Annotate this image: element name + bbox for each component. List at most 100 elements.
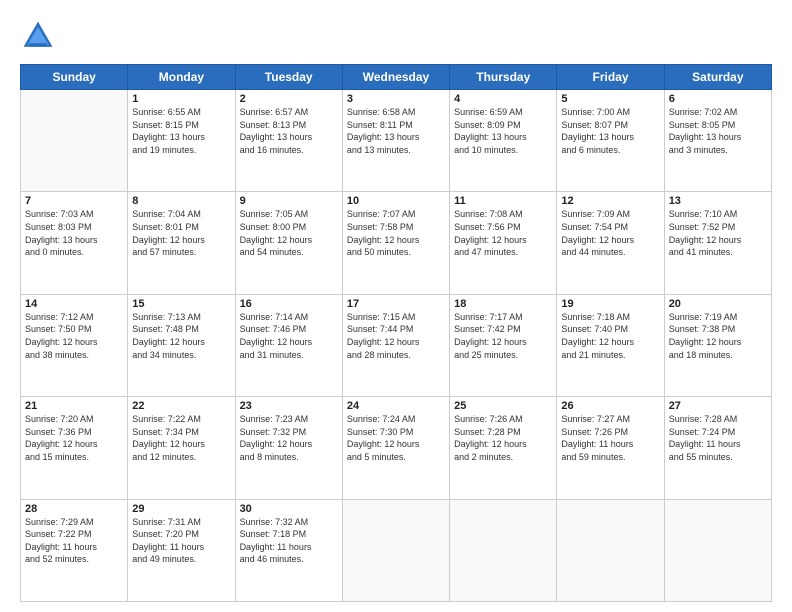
day-cell: 29Sunrise: 7:31 AM Sunset: 7:20 PM Dayli… (128, 499, 235, 601)
day-info: Sunrise: 7:29 AM Sunset: 7:22 PM Dayligh… (25, 516, 123, 566)
day-number: 30 (240, 503, 338, 515)
day-number: 23 (240, 400, 338, 412)
day-info: Sunrise: 7:20 AM Sunset: 7:36 PM Dayligh… (25, 413, 123, 463)
day-info: Sunrise: 7:32 AM Sunset: 7:18 PM Dayligh… (240, 516, 338, 566)
day-number: 19 (561, 298, 659, 310)
day-cell (557, 499, 664, 601)
week-row-5: 28Sunrise: 7:29 AM Sunset: 7:22 PM Dayli… (21, 499, 772, 601)
day-cell: 12Sunrise: 7:09 AM Sunset: 7:54 PM Dayli… (557, 192, 664, 294)
day-number: 13 (669, 195, 767, 207)
day-cell: 5Sunrise: 7:00 AM Sunset: 8:07 PM Daylig… (557, 90, 664, 192)
weekday-wednesday: Wednesday (342, 65, 449, 90)
day-info: Sunrise: 7:17 AM Sunset: 7:42 PM Dayligh… (454, 311, 552, 361)
weekday-tuesday: Tuesday (235, 65, 342, 90)
day-info: Sunrise: 7:23 AM Sunset: 7:32 PM Dayligh… (240, 413, 338, 463)
day-number: 8 (132, 195, 230, 207)
day-cell (342, 499, 449, 601)
day-cell: 6Sunrise: 7:02 AM Sunset: 8:05 PM Daylig… (664, 90, 771, 192)
day-info: Sunrise: 6:59 AM Sunset: 8:09 PM Dayligh… (454, 106, 552, 156)
day-cell: 19Sunrise: 7:18 AM Sunset: 7:40 PM Dayli… (557, 294, 664, 396)
day-cell: 3Sunrise: 6:58 AM Sunset: 8:11 PM Daylig… (342, 90, 449, 192)
day-cell (664, 499, 771, 601)
day-info: Sunrise: 7:04 AM Sunset: 8:01 PM Dayligh… (132, 208, 230, 258)
day-cell (21, 90, 128, 192)
weekday-header-row: SundayMondayTuesdayWednesdayThursdayFrid… (21, 65, 772, 90)
day-number: 24 (347, 400, 445, 412)
header (20, 18, 772, 54)
day-cell: 2Sunrise: 6:57 AM Sunset: 8:13 PM Daylig… (235, 90, 342, 192)
day-number: 2 (240, 93, 338, 105)
day-info: Sunrise: 7:03 AM Sunset: 8:03 PM Dayligh… (25, 208, 123, 258)
day-cell: 14Sunrise: 7:12 AM Sunset: 7:50 PM Dayli… (21, 294, 128, 396)
day-info: Sunrise: 7:18 AM Sunset: 7:40 PM Dayligh… (561, 311, 659, 361)
day-info: Sunrise: 6:57 AM Sunset: 8:13 PM Dayligh… (240, 106, 338, 156)
day-cell: 27Sunrise: 7:28 AM Sunset: 7:24 PM Dayli… (664, 397, 771, 499)
day-number: 4 (454, 93, 552, 105)
day-cell: 15Sunrise: 7:13 AM Sunset: 7:48 PM Dayli… (128, 294, 235, 396)
day-cell: 23Sunrise: 7:23 AM Sunset: 7:32 PM Dayli… (235, 397, 342, 499)
day-number: 12 (561, 195, 659, 207)
day-number: 6 (669, 93, 767, 105)
day-cell: 11Sunrise: 7:08 AM Sunset: 7:56 PM Dayli… (450, 192, 557, 294)
weekday-friday: Friday (557, 65, 664, 90)
day-cell: 30Sunrise: 7:32 AM Sunset: 7:18 PM Dayli… (235, 499, 342, 601)
day-cell: 25Sunrise: 7:26 AM Sunset: 7:28 PM Dayli… (450, 397, 557, 499)
day-info: Sunrise: 7:31 AM Sunset: 7:20 PM Dayligh… (132, 516, 230, 566)
logo (20, 18, 60, 54)
day-info: Sunrise: 7:15 AM Sunset: 7:44 PM Dayligh… (347, 311, 445, 361)
day-number: 25 (454, 400, 552, 412)
day-number: 15 (132, 298, 230, 310)
day-cell: 8Sunrise: 7:04 AM Sunset: 8:01 PM Daylig… (128, 192, 235, 294)
logo-icon (20, 18, 56, 54)
day-cell: 16Sunrise: 7:14 AM Sunset: 7:46 PM Dayli… (235, 294, 342, 396)
weekday-sunday: Sunday (21, 65, 128, 90)
day-number: 16 (240, 298, 338, 310)
day-number: 14 (25, 298, 123, 310)
day-info: Sunrise: 7:26 AM Sunset: 7:28 PM Dayligh… (454, 413, 552, 463)
day-number: 26 (561, 400, 659, 412)
day-number: 7 (25, 195, 123, 207)
day-info: Sunrise: 7:10 AM Sunset: 7:52 PM Dayligh… (669, 208, 767, 258)
day-info: Sunrise: 7:08 AM Sunset: 7:56 PM Dayligh… (454, 208, 552, 258)
day-info: Sunrise: 7:05 AM Sunset: 8:00 PM Dayligh… (240, 208, 338, 258)
page: SundayMondayTuesdayWednesdayThursdayFrid… (0, 0, 792, 612)
week-row-1: 1Sunrise: 6:55 AM Sunset: 8:15 PM Daylig… (21, 90, 772, 192)
day-cell (450, 499, 557, 601)
day-number: 5 (561, 93, 659, 105)
week-row-4: 21Sunrise: 7:20 AM Sunset: 7:36 PM Dayli… (21, 397, 772, 499)
day-number: 28 (25, 503, 123, 515)
calendar-table: SundayMondayTuesdayWednesdayThursdayFrid… (20, 64, 772, 602)
day-info: Sunrise: 7:19 AM Sunset: 7:38 PM Dayligh… (669, 311, 767, 361)
day-cell: 26Sunrise: 7:27 AM Sunset: 7:26 PM Dayli… (557, 397, 664, 499)
day-info: Sunrise: 6:55 AM Sunset: 8:15 PM Dayligh… (132, 106, 230, 156)
day-cell: 13Sunrise: 7:10 AM Sunset: 7:52 PM Dayli… (664, 192, 771, 294)
day-info: Sunrise: 7:27 AM Sunset: 7:26 PM Dayligh… (561, 413, 659, 463)
weekday-monday: Monday (128, 65, 235, 90)
day-number: 9 (240, 195, 338, 207)
day-cell: 9Sunrise: 7:05 AM Sunset: 8:00 PM Daylig… (235, 192, 342, 294)
day-number: 18 (454, 298, 552, 310)
day-number: 1 (132, 93, 230, 105)
weekday-thursday: Thursday (450, 65, 557, 90)
day-info: Sunrise: 6:58 AM Sunset: 8:11 PM Dayligh… (347, 106, 445, 156)
day-cell: 17Sunrise: 7:15 AM Sunset: 7:44 PM Dayli… (342, 294, 449, 396)
day-cell: 7Sunrise: 7:03 AM Sunset: 8:03 PM Daylig… (21, 192, 128, 294)
day-number: 29 (132, 503, 230, 515)
day-info: Sunrise: 7:14 AM Sunset: 7:46 PM Dayligh… (240, 311, 338, 361)
day-cell: 22Sunrise: 7:22 AM Sunset: 7:34 PM Dayli… (128, 397, 235, 499)
day-info: Sunrise: 7:28 AM Sunset: 7:24 PM Dayligh… (669, 413, 767, 463)
day-info: Sunrise: 7:09 AM Sunset: 7:54 PM Dayligh… (561, 208, 659, 258)
day-info: Sunrise: 7:12 AM Sunset: 7:50 PM Dayligh… (25, 311, 123, 361)
weekday-saturday: Saturday (664, 65, 771, 90)
day-number: 3 (347, 93, 445, 105)
week-row-3: 14Sunrise: 7:12 AM Sunset: 7:50 PM Dayli… (21, 294, 772, 396)
day-cell: 4Sunrise: 6:59 AM Sunset: 8:09 PM Daylig… (450, 90, 557, 192)
week-row-2: 7Sunrise: 7:03 AM Sunset: 8:03 PM Daylig… (21, 192, 772, 294)
day-number: 20 (669, 298, 767, 310)
day-number: 11 (454, 195, 552, 207)
day-cell: 20Sunrise: 7:19 AM Sunset: 7:38 PM Dayli… (664, 294, 771, 396)
day-cell: 10Sunrise: 7:07 AM Sunset: 7:58 PM Dayli… (342, 192, 449, 294)
day-cell: 21Sunrise: 7:20 AM Sunset: 7:36 PM Dayli… (21, 397, 128, 499)
day-cell: 1Sunrise: 6:55 AM Sunset: 8:15 PM Daylig… (128, 90, 235, 192)
day-number: 21 (25, 400, 123, 412)
